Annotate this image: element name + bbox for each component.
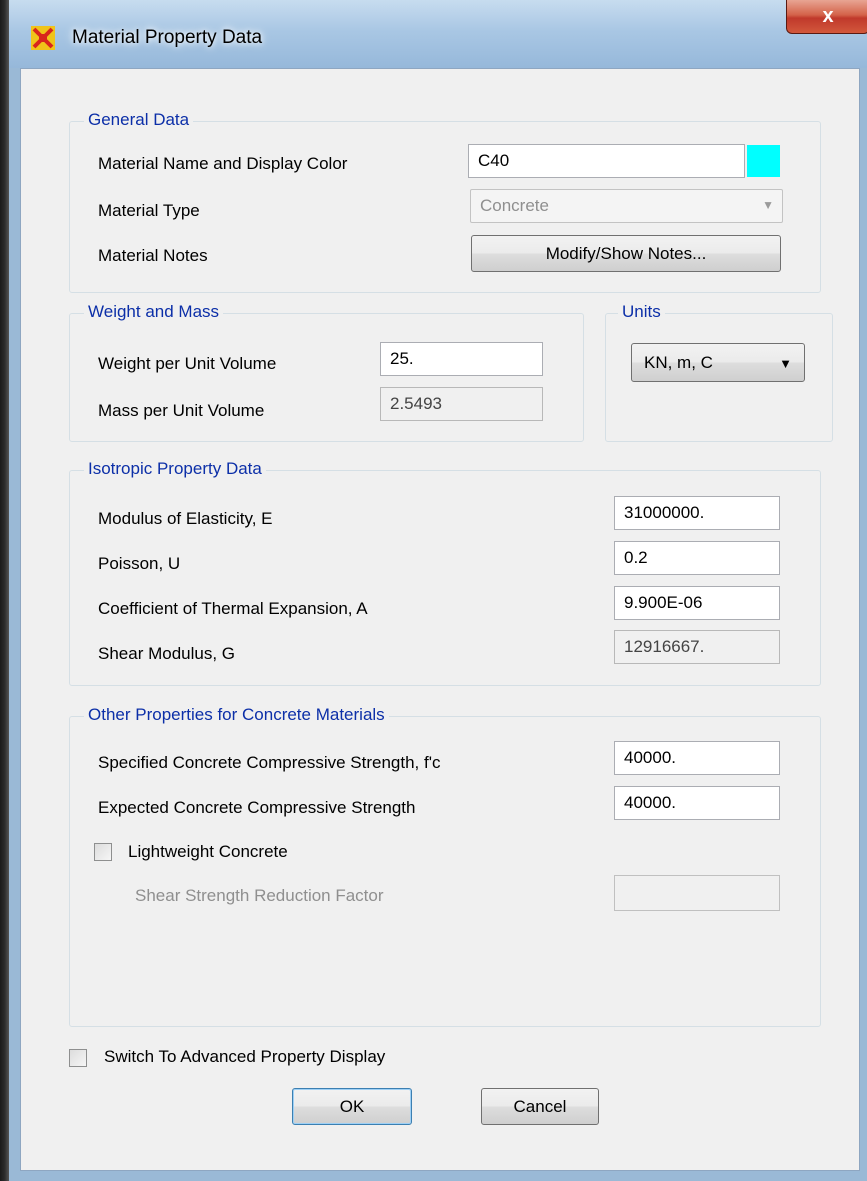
cancel-button[interactable]: Cancel [481, 1088, 599, 1125]
advanced-display-label[interactable]: Switch To Advanced Property Display [104, 1047, 385, 1067]
general-data-title: General Data [84, 110, 194, 130]
shear-modulus-readonly-field: 12916667. [614, 630, 780, 664]
chevron-down-icon: ▼ [762, 198, 774, 212]
dialog-client-area: General Data Material Name and Display C… [20, 68, 860, 1171]
material-notes-label: Material Notes [98, 246, 208, 265]
window-edge-shadow [0, 0, 9, 1181]
expected-strength-label: Expected Concrete Compressive Strength [98, 798, 416, 817]
chevron-down-icon: ▼ [779, 356, 792, 371]
material-type-label: Material Type [98, 201, 200, 220]
material-type-select[interactable]: Concrete ▼ [470, 189, 783, 223]
modify-notes-button[interactable]: Modify/Show Notes... [471, 235, 781, 272]
title-bar[interactable]: Material Property Data x [9, 0, 867, 68]
shear-reduction-label: Shear Strength Reduction Factor [135, 886, 384, 905]
lightweight-concrete-label[interactable]: Lightweight Concrete [128, 842, 288, 862]
specified-fc-label: Specified Concrete Compressive Strength,… [98, 753, 441, 772]
weight-label: Weight per Unit Volume [98, 354, 277, 373]
general-data-group: General Data Material Name and Display C… [69, 110, 821, 293]
mass-readonly-field: 2.5493 [380, 387, 543, 421]
units-title: Units [618, 302, 665, 322]
thermal-expansion-input[interactable]: 9.900E-06 [614, 586, 780, 620]
thermal-expansion-label: Coefficient of Thermal Expansion, A [98, 599, 368, 618]
display-color-swatch[interactable] [747, 145, 780, 177]
expected-strength-input[interactable]: 40000. [614, 786, 780, 820]
close-icon: x [822, 5, 834, 27]
units-dropdown[interactable]: KN, m, C ▼ [631, 343, 805, 382]
concrete-properties-title: Other Properties for Concrete Materials [84, 705, 389, 725]
poisson-input[interactable]: 0.2 [614, 541, 780, 575]
shear-reduction-input [614, 875, 780, 911]
modulus-elasticity-label: Modulus of Elasticity, E [98, 509, 273, 528]
weight-mass-group: Weight and Mass Weight per Unit Volume 2… [69, 302, 584, 442]
concrete-properties-group: Other Properties for Concrete Materials … [69, 705, 821, 1027]
close-button[interactable]: x [786, 0, 867, 34]
units-group: Units KN, m, C ▼ [605, 302, 833, 442]
mass-label: Mass per Unit Volume [98, 401, 265, 420]
shear-modulus-label: Shear Modulus, G [98, 644, 236, 663]
specified-fc-input[interactable]: 40000. [614, 741, 780, 775]
modulus-elasticity-input[interactable]: 31000000. [614, 496, 780, 530]
poisson-label: Poisson, U [98, 554, 181, 573]
weight-input[interactable]: 25. [380, 342, 543, 376]
isotropic-group: Isotropic Property Data Modulus of Elast… [69, 459, 821, 686]
window-title: Material Property Data [72, 27, 263, 48]
weight-mass-title: Weight and Mass [84, 302, 224, 322]
material-name-input[interactable]: C40 [468, 144, 745, 178]
app-icon [31, 26, 55, 50]
dialog-window: Material Property Data x General Data Ma… [0, 0, 867, 1181]
advanced-display-checkbox[interactable] [69, 1049, 87, 1067]
lightweight-concrete-checkbox[interactable] [94, 843, 112, 861]
ok-button[interactable]: OK [292, 1088, 412, 1125]
material-name-label: Material Name and Display Color [98, 154, 348, 173]
isotropic-title: Isotropic Property Data [84, 459, 266, 479]
